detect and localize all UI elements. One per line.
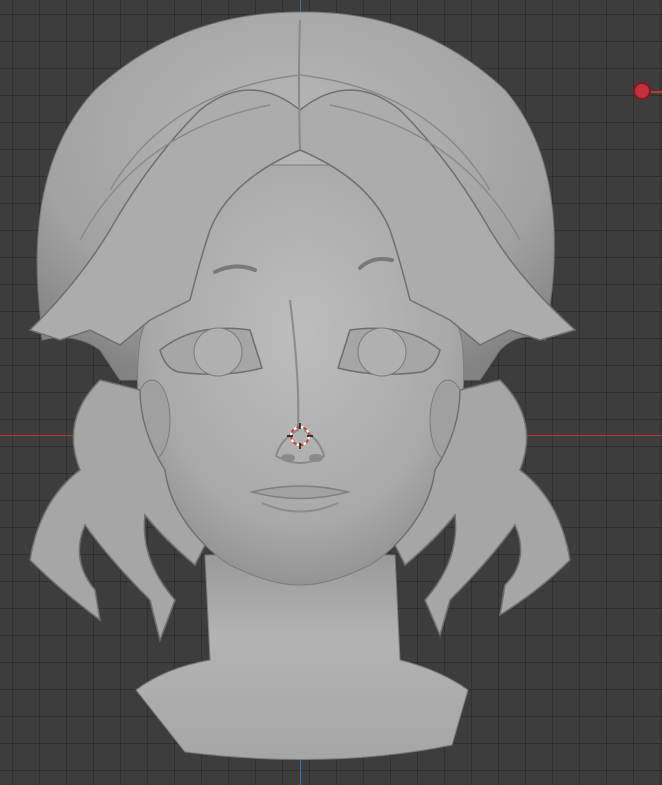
3d-cursor-icon[interactable] [287,423,313,449]
3d-viewport[interactable] [0,0,662,785]
head-sculpt-icon[interactable] [0,0,662,785]
neck [135,554,469,761]
